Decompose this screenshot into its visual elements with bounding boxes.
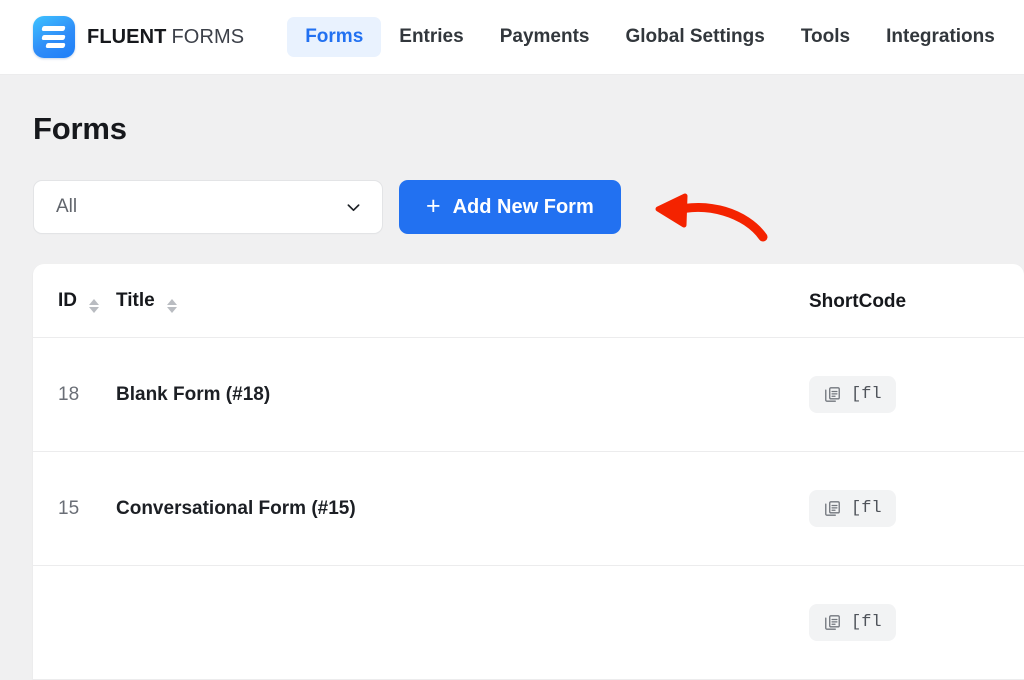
nav-item-tools[interactable]: Tools [783, 17, 868, 57]
nav-item-integrations[interactable]: Integrations [868, 17, 1013, 57]
row-title[interactable]: Conversational Form (#15) [91, 452, 809, 566]
shortcode-copy-pill[interactable]: [fl [809, 376, 896, 413]
brand-word-forms: FORMS [171, 26, 244, 48]
row-shortcode: [fl [809, 452, 1024, 566]
form-filter-select[interactable]: All [33, 180, 383, 234]
forms-table-card: ID Title ShortCode [33, 264, 1024, 680]
shortcode-copy-pill[interactable]: [fl [809, 490, 896, 527]
column-header-id-label: ID [58, 290, 77, 311]
page-title: Forms [33, 111, 1024, 147]
toolbar: All + Add New Form [33, 180, 1024, 234]
nav-item-payments[interactable]: Payments [482, 17, 608, 57]
form-filter-value: All [56, 196, 77, 218]
copy-icon [823, 499, 842, 518]
copy-icon [823, 613, 842, 632]
fluent-forms-logo-icon [33, 16, 75, 58]
forms-table: ID Title ShortCode [33, 264, 1024, 680]
table-row[interactable]: 15 Conversational Form (#15) [fl [33, 452, 1024, 566]
row-shortcode: [fl [809, 338, 1024, 452]
shortcode-text: [fl [851, 385, 882, 404]
column-header-id: ID [33, 264, 91, 338]
main-nav: Forms Entries Payments Global Settings T… [287, 17, 1013, 57]
sort-arrows-icon-title[interactable] [167, 299, 177, 313]
shortcode-text: [fl [851, 499, 882, 518]
add-new-form-button[interactable]: + Add New Form [399, 180, 621, 234]
row-id [33, 566, 91, 680]
row-id: 15 [33, 452, 91, 566]
add-new-form-label: Add New Form [453, 196, 594, 219]
table-row[interactable]: 18 Blank Form (#18) [fl [33, 338, 1024, 452]
row-title[interactable] [91, 566, 809, 680]
row-title[interactable]: Blank Form (#18) [91, 338, 809, 452]
brand-wordmark: FLUENTFORMS [87, 26, 244, 49]
column-header-title: Title [91, 264, 809, 338]
column-header-shortcode-label: ShortCode [809, 291, 906, 312]
chevron-down-icon [344, 198, 363, 217]
row-shortcode: [fl [809, 566, 1024, 680]
table-header-row: ID Title ShortCode [33, 264, 1024, 338]
shortcode-copy-pill[interactable]: [fl [809, 604, 896, 641]
brand-word-fluent: FLUENT [87, 26, 166, 48]
brand: FLUENTFORMS [33, 16, 244, 58]
app-header: FLUENTFORMS Forms Entries Payments Globa… [0, 0, 1024, 75]
shortcode-text: [fl [851, 613, 882, 632]
row-id: 18 [33, 338, 91, 452]
nav-item-global-settings[interactable]: Global Settings [607, 17, 782, 57]
table-row[interactable]: [fl [33, 566, 1024, 680]
sort-arrows-icon-id[interactable] [89, 299, 99, 313]
column-header-title-label: Title [116, 290, 155, 311]
copy-icon [823, 385, 842, 404]
annotation-arrow [645, 182, 775, 259]
nav-item-forms[interactable]: Forms [287, 17, 381, 57]
curved-arrow-left-icon [645, 182, 775, 254]
page-body: Forms All + Add New Form ID [0, 111, 1024, 680]
column-header-shortcode: ShortCode [809, 264, 1024, 338]
nav-item-entries[interactable]: Entries [381, 17, 481, 57]
